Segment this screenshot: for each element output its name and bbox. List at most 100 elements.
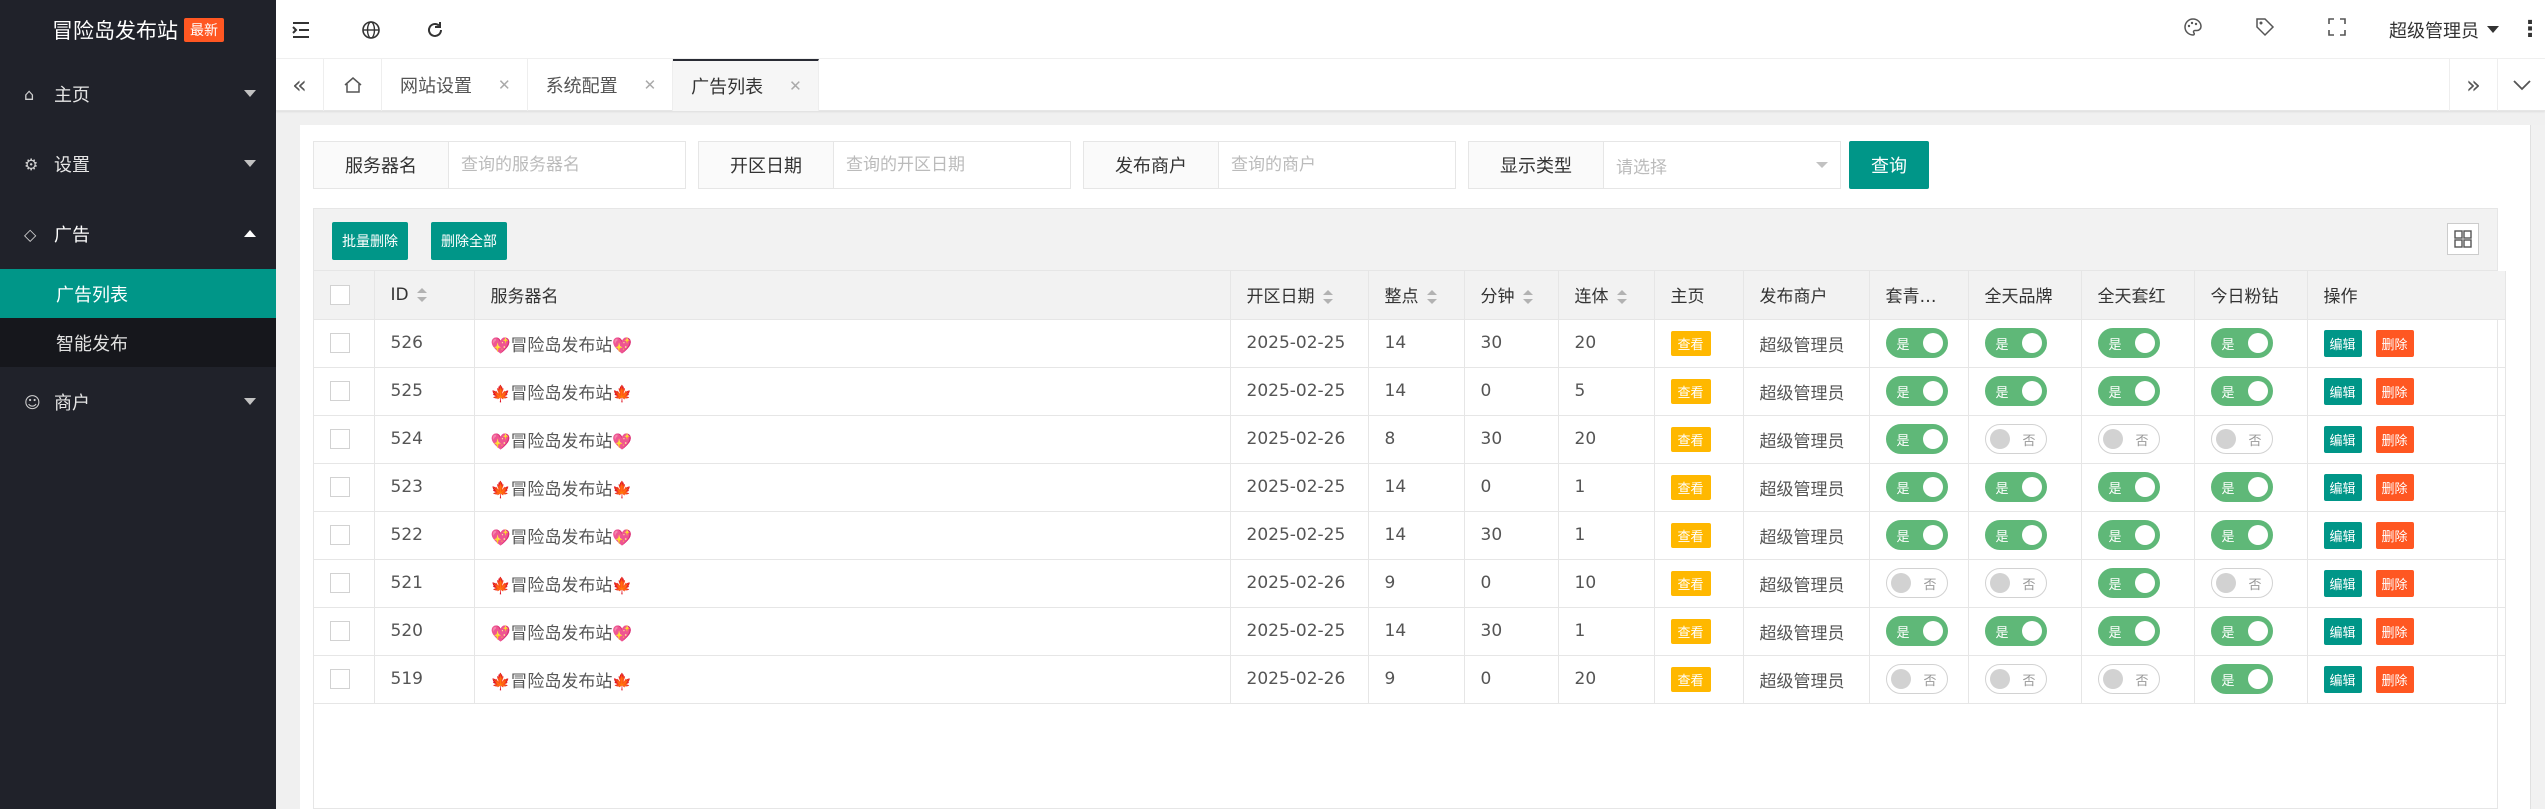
- sidebar-item-ads[interactable]: ◇ 广告: [0, 199, 276, 269]
- display-type-select[interactable]: 请选择: [1604, 142, 1840, 188]
- edit-button[interactable]: 编辑: [2323, 617, 2362, 645]
- tab-site-settings[interactable]: 网站设置 ✕: [382, 59, 528, 111]
- toggle-switch[interactable]: 否: [2210, 424, 2273, 454]
- user-menu[interactable]: 超级管理员: [2373, 17, 2515, 43]
- sidebar-item-home[interactable]: ⌂ 主页: [0, 59, 276, 129]
- toggle-switch[interactable]: 否: [1885, 568, 1948, 598]
- view-button[interactable]: 查看: [1670, 522, 1711, 548]
- view-button[interactable]: 查看: [1670, 570, 1711, 596]
- toggle-switch[interactable]: 是: [1984, 520, 2047, 550]
- toggle-switch[interactable]: 否: [1885, 664, 1948, 694]
- tabs-dropdown-button[interactable]: [2497, 59, 2545, 111]
- toggle-switch[interactable]: 是: [1984, 328, 2047, 358]
- sidebar-item-settings[interactable]: ⚙ 设置: [0, 129, 276, 199]
- cell-select[interactable]: [314, 367, 375, 416]
- toggle-switch[interactable]: 是: [1885, 616, 1948, 646]
- tab-home[interactable]: [324, 59, 382, 111]
- toggle-switch[interactable]: 是: [1885, 472, 1948, 502]
- toggle-switch[interactable]: 是: [1885, 520, 1948, 550]
- toggle-switch[interactable]: 是: [1885, 376, 1948, 406]
- delete-button[interactable]: 删除: [2375, 329, 2414, 357]
- toggle-switch[interactable]: 是: [2097, 616, 2160, 646]
- column-filter-button[interactable]: [2447, 223, 2479, 255]
- toggle-switch[interactable]: 否: [2097, 664, 2160, 694]
- merchant-input[interactable]: [1219, 142, 1455, 188]
- toggle-switch[interactable]: 否: [1984, 424, 2047, 454]
- sidebar-subitem-smart-publish[interactable]: 智能发布: [0, 318, 276, 367]
- cell-select[interactable]: [314, 511, 375, 560]
- batch-delete-button[interactable]: 批量删除: [332, 222, 408, 260]
- edit-button[interactable]: 编辑: [2323, 569, 2362, 597]
- select-all-checkbox[interactable]: [330, 284, 350, 305]
- cell-select[interactable]: [314, 607, 375, 656]
- toggle-switch[interactable]: 是: [2097, 568, 2160, 598]
- toggle-switch[interactable]: 否: [1984, 664, 2047, 694]
- header-open-date[interactable]: 开区日期: [1230, 271, 1369, 320]
- delete-button[interactable]: 删除: [2375, 521, 2414, 549]
- delete-button[interactable]: 删除: [2375, 377, 2414, 405]
- toggle-switch[interactable]: 是: [2210, 472, 2273, 502]
- view-button[interactable]: 查看: [1670, 378, 1711, 404]
- toggle-switch[interactable]: 是: [2097, 328, 2160, 358]
- header-id[interactable]: ID: [374, 271, 475, 320]
- close-icon[interactable]: ✕: [498, 76, 511, 94]
- more-button[interactable]: ⋮: [2515, 17, 2545, 42]
- row-checkbox[interactable]: [330, 381, 350, 401]
- row-checkbox[interactable]: [330, 525, 350, 545]
- tab-system-config[interactable]: 系统配置 ✕: [528, 59, 674, 111]
- sort-icon[interactable]: [1616, 290, 1627, 305]
- edit-button[interactable]: 编辑: [2323, 473, 2362, 501]
- header-select-all[interactable]: [314, 271, 375, 320]
- toggle-switch[interactable]: 是: [1984, 616, 2047, 646]
- tag-button[interactable]: [2229, 17, 2301, 42]
- query-button[interactable]: 查询: [1849, 141, 1929, 189]
- toggle-switch[interactable]: 是: [1984, 376, 2047, 406]
- toggle-switch[interactable]: 否: [1984, 568, 2047, 598]
- delete-button[interactable]: 删除: [2375, 473, 2414, 501]
- language-button[interactable]: [346, 0, 396, 59]
- tab-ad-list[interactable]: 广告列表 ✕: [673, 59, 819, 111]
- toggle-switch[interactable]: 是: [2210, 520, 2273, 550]
- view-button[interactable]: 查看: [1670, 330, 1711, 356]
- toggle-switch[interactable]: 是: [2210, 376, 2273, 406]
- toggle-switch[interactable]: 否: [2097, 424, 2160, 454]
- view-button[interactable]: 查看: [1670, 426, 1711, 452]
- view-button[interactable]: 查看: [1670, 474, 1711, 500]
- toggle-switch[interactable]: 是: [2097, 376, 2160, 406]
- sort-icon[interactable]: [1426, 290, 1437, 305]
- toggle-switch[interactable]: 是: [2210, 616, 2273, 646]
- toggle-switch[interactable]: 是: [2097, 472, 2160, 502]
- toggle-switch[interactable]: 是: [1885, 424, 1948, 454]
- sort-icon[interactable]: [1522, 290, 1533, 305]
- theme-button[interactable]: [2157, 17, 2229, 42]
- fullscreen-button[interactable]: [2301, 18, 2373, 41]
- toggle-switch[interactable]: 是: [1885, 328, 1948, 358]
- open-date-input[interactable]: [834, 142, 1070, 188]
- delete-button[interactable]: 删除: [2375, 425, 2414, 453]
- header-minute[interactable]: 分钟: [1464, 271, 1559, 320]
- sort-icon[interactable]: [416, 287, 427, 302]
- row-checkbox[interactable]: [330, 573, 350, 593]
- edit-button[interactable]: 编辑: [2323, 329, 2362, 357]
- row-checkbox[interactable]: [330, 477, 350, 497]
- menu-toggle-button[interactable]: [276, 0, 326, 59]
- sidebar-subitem-ad-list[interactable]: 广告列表: [0, 269, 276, 318]
- sort-icon[interactable]: [1322, 290, 1333, 305]
- edit-button[interactable]: 编辑: [2323, 521, 2362, 549]
- view-button[interactable]: 查看: [1670, 666, 1711, 692]
- delete-button[interactable]: 删除: [2375, 617, 2414, 645]
- toggle-switch[interactable]: 是: [1984, 472, 2047, 502]
- sidebar-item-merchants[interactable]: ☺ 商户: [0, 367, 276, 437]
- header-lianti[interactable]: 连体: [1558, 271, 1655, 320]
- row-checkbox[interactable]: [330, 333, 350, 353]
- toggle-switch[interactable]: 是: [2097, 520, 2160, 550]
- delete-all-button[interactable]: 删除全部: [431, 222, 507, 260]
- edit-button[interactable]: 编辑: [2323, 377, 2362, 405]
- row-checkbox[interactable]: [330, 429, 350, 449]
- tabs-scroll-left-button[interactable]: «: [276, 59, 324, 111]
- toggle-switch[interactable]: 否: [2210, 568, 2273, 598]
- row-checkbox[interactable]: [330, 669, 350, 689]
- cell-select[interactable]: [314, 559, 375, 608]
- cell-select[interactable]: [314, 463, 375, 512]
- cell-select[interactable]: [314, 319, 375, 368]
